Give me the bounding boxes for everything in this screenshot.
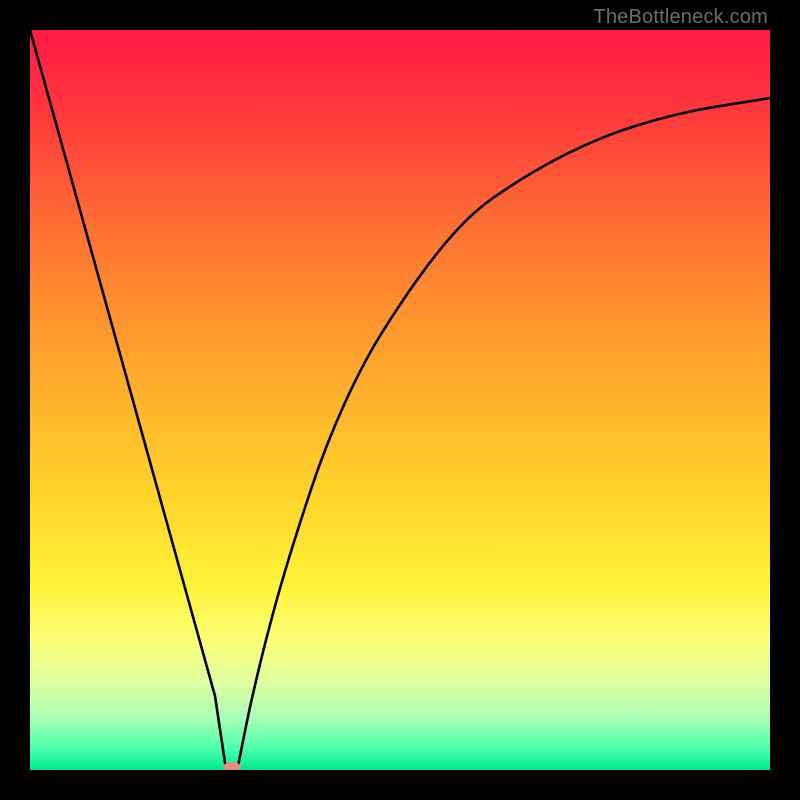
plot-area (30, 30, 770, 770)
chart-frame: TheBottleneck.com (0, 0, 800, 800)
curve-left-branch (30, 30, 226, 770)
watermark-label: TheBottleneck.com (593, 6, 768, 29)
bottleneck-curve (30, 30, 770, 770)
curve-right-branch (237, 98, 770, 770)
